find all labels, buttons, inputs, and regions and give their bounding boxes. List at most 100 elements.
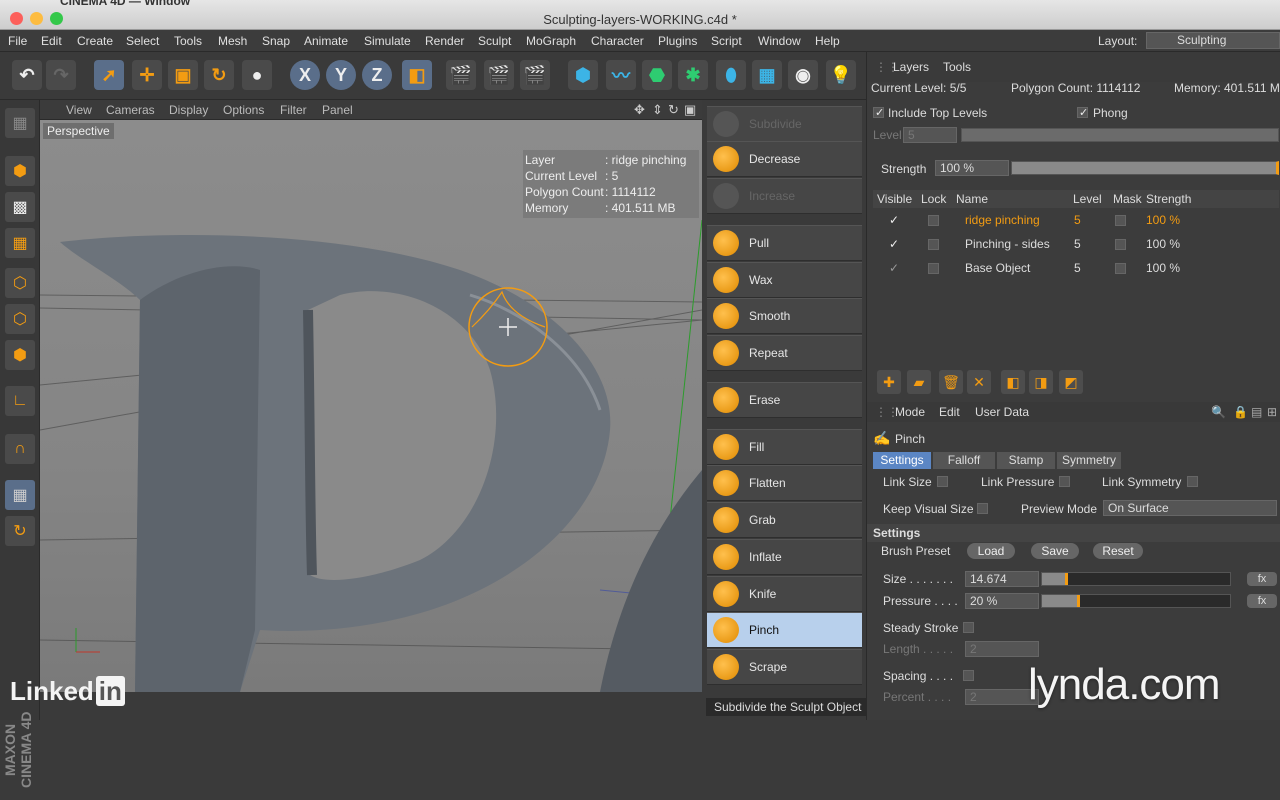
brush-repeat[interactable]: Repeat — [707, 335, 862, 371]
nurbs-icon[interactable]: ⬣ — [642, 60, 672, 90]
link-symmetry-checkbox[interactable] — [1187, 476, 1198, 487]
coordinate-system-icon[interactable]: ◧ — [402, 60, 432, 90]
link-size-checkbox[interactable] — [937, 476, 948, 487]
make-editable-icon[interactable]: ▦ — [5, 108, 35, 138]
mograph-cloner-icon[interactable]: ✱ — [678, 60, 708, 90]
lock-checkbox[interactable] — [928, 215, 939, 226]
snap-icon[interactable]: ∩ — [5, 434, 35, 464]
level-field[interactable]: 5 — [903, 127, 957, 143]
floor-icon[interactable]: ▦ — [752, 60, 782, 90]
brush-decrease[interactable]: Decrease — [707, 141, 862, 177]
brush-inflate[interactable]: Inflate — [707, 539, 862, 575]
include-top-levels-checkbox[interactable] — [873, 107, 884, 118]
viewport-menu-display[interactable]: Display — [169, 103, 208, 117]
menu-edit[interactable]: Edit — [41, 34, 62, 48]
model-mode-icon[interactable]: ⬢ — [5, 156, 35, 186]
spacing-checkbox[interactable] — [963, 670, 974, 681]
brush-pull[interactable]: Pull — [707, 225, 862, 261]
menu-select[interactable]: Select — [126, 34, 159, 48]
visible-check-icon[interactable]: ✓ — [889, 213, 899, 227]
size-field[interactable]: 14.674 — [965, 571, 1039, 587]
viewport-menu-filter[interactable]: Filter — [280, 103, 307, 117]
size-slider-handle[interactable] — [1065, 573, 1068, 585]
brush-erase[interactable]: Erase — [707, 382, 862, 418]
menu-mesh[interactable]: Mesh — [218, 34, 247, 48]
spline-icon[interactable]: 〰 — [606, 60, 636, 90]
light-icon[interactable]: 💡 — [826, 60, 856, 90]
load-preset-button[interactable]: Load — [967, 543, 1015, 559]
axis-mode-icon[interactable]: ∟ — [5, 386, 35, 416]
search-icon[interactable]: 🔍 — [1211, 405, 1226, 419]
maximize-view-icon[interactable]: ▣ — [684, 102, 696, 118]
merge-layer-icon[interactable]: ◧ — [1001, 370, 1025, 394]
visible-check-icon[interactable]: ✓ — [889, 237, 899, 251]
menu-window[interactable]: Window — [758, 34, 801, 48]
tab-stamp[interactable]: Stamp — [997, 452, 1055, 469]
duplicate-layer-icon[interactable]: ◨ — [1029, 370, 1053, 394]
z-axis-icon[interactable]: Z — [362, 60, 392, 90]
brush-fill[interactable]: Fill — [707, 429, 862, 465]
mask-checkbox[interactable] — [1115, 215, 1126, 226]
brush-knife[interactable]: Knife — [707, 576, 862, 612]
layer-row[interactable]: ✓ Pinching - sides 5 100 % — [873, 232, 1279, 256]
rotate-icon[interactable]: ↻ — [204, 60, 234, 90]
pressure-field[interactable]: 20 % — [965, 593, 1039, 609]
lock-checkbox[interactable] — [928, 263, 939, 274]
live-selection-icon[interactable]: ➚ — [94, 60, 124, 90]
layer-row[interactable]: ✓ Base Object 5 100 % — [873, 256, 1279, 280]
brush-scrape[interactable]: Scrape — [707, 649, 862, 685]
menu-tools[interactable]: Tools — [174, 34, 202, 48]
menu-script[interactable]: Script — [711, 34, 742, 48]
cube-icon[interactable]: ⬢ — [568, 60, 598, 90]
x-axis-icon[interactable]: X — [290, 60, 320, 90]
menu-simulate[interactable]: Simulate — [364, 34, 411, 48]
brush-subdivide[interactable]: Subdivide — [707, 106, 862, 142]
brush-wax[interactable]: Wax — [707, 262, 862, 298]
settings-section-header[interactable]: Settings — [867, 524, 1280, 542]
undo-icon[interactable]: ↶ — [12, 60, 42, 90]
brush-increase[interactable]: Increase — [707, 178, 862, 214]
viewport-menu-cameras[interactable]: Cameras — [106, 103, 155, 117]
lock-icon[interactable]: 🔒 — [1233, 405, 1248, 419]
phong-checkbox[interactable] — [1077, 107, 1088, 118]
steady-stroke-checkbox[interactable] — [963, 622, 974, 633]
brush-smooth[interactable]: Smooth — [707, 298, 862, 334]
mask-checkbox[interactable] — [1115, 239, 1126, 250]
strength-field[interactable]: 100 % — [935, 160, 1009, 176]
size-slider[interactable] — [1041, 572, 1231, 586]
viewport-menu-panel[interactable]: Panel — [322, 103, 353, 117]
viewport-menu-options[interactable]: Options — [223, 103, 264, 117]
render-picture-viewer-icon[interactable]: 🎬 — [484, 60, 514, 90]
add-layer-icon[interactable]: ✚ — [877, 370, 901, 394]
deformer-icon[interactable]: ⬮ — [716, 60, 746, 90]
soft-selection-icon[interactable]: ↻ — [5, 516, 35, 546]
attr-menu-user-data[interactable]: User Data — [975, 405, 1029, 419]
render-settings-icon[interactable]: 🎬 — [520, 60, 550, 90]
tab-layers[interactable]: Layers — [893, 60, 929, 74]
menu-plugins[interactable]: Plugins — [658, 34, 697, 48]
attr-menu-edit[interactable]: Edit — [939, 405, 960, 419]
menu-sculpt[interactable]: Sculpt — [478, 34, 511, 48]
move-icon[interactable]: ✛ — [132, 60, 162, 90]
link-pressure-checkbox[interactable] — [1059, 476, 1070, 487]
delete-layer-icon[interactable]: 🗑 — [939, 370, 963, 394]
menu-mograph[interactable]: MoGraph — [526, 34, 576, 48]
preview-mode-select[interactable]: On Surface — [1103, 500, 1277, 516]
menu-character[interactable]: Character — [591, 34, 644, 48]
reset-preset-button[interactable]: Reset — [1093, 543, 1143, 559]
new-window-icon[interactable]: ▤ — [1251, 405, 1262, 419]
expand-icon[interactable]: ⊞ — [1267, 405, 1277, 419]
texture-mode-icon[interactable]: ▩ — [5, 192, 35, 222]
size-fx-button[interactable]: fx — [1247, 572, 1277, 586]
keep-visual-size-checkbox[interactable] — [977, 503, 988, 514]
save-preset-button[interactable]: Save — [1031, 543, 1079, 559]
menu-file[interactable]: File — [8, 34, 27, 48]
y-axis-icon[interactable]: Y — [326, 60, 356, 90]
menu-snap[interactable]: Snap — [262, 34, 290, 48]
lock-checkbox[interactable] — [928, 239, 939, 250]
render-view-icon[interactable]: 🎬 — [446, 60, 476, 90]
viewport-menu-view[interactable]: View — [66, 103, 92, 117]
brush-grab[interactable]: Grab — [707, 502, 862, 538]
clear-layer-icon[interactable]: ✕ — [967, 370, 991, 394]
polygons-mode-icon[interactable]: ⬢ — [5, 340, 35, 370]
